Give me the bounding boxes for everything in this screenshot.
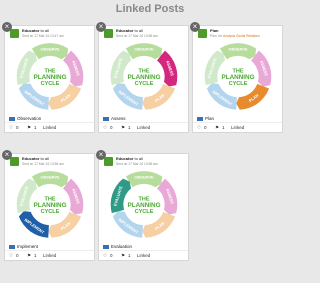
cycle-center-text: CYCLE: [135, 209, 154, 215]
post-type-icon: [103, 116, 109, 121]
avatar: [10, 157, 19, 166]
post-type-label: Assess: [103, 116, 126, 121]
like-count: 0: [110, 125, 113, 130]
post-footer: ♡ 0 ⚑ 1 Linked: [193, 122, 282, 132]
avatar: [10, 29, 19, 38]
post-author: Educator to all: [22, 156, 49, 161]
post-card[interactable]: × Educator to all Sent on 17 Mar 24 13:5…: [96, 22, 189, 133]
post-type-label: Observation: [9, 116, 41, 121]
cycle-center-text: CYCLE: [41, 209, 60, 215]
planning-cycle-diagram: OBSERVEASSESSPLANIMPLEMENTEVALUATE THEPLA…: [110, 171, 178, 238]
planning-cycle-diagram: OBSERVEASSESSPLANIMPLEMENTEVALUATE THEPLA…: [16, 171, 84, 238]
post-type-label: Implement: [9, 244, 38, 249]
planning-cycle-diagram: OBSERVEASSESSPLANIMPLEMENTEVALUATE THEPLA…: [110, 43, 178, 110]
post-author: Educator to all: [22, 28, 49, 33]
planning-cycle-diagram: OBSERVEASSESSPLANIMPLEMENTEVALUATE THEPLA…: [204, 43, 272, 110]
cycle-segment-label: OBSERVE: [228, 47, 248, 52]
page-title: Linked Posts: [115, 3, 185, 15]
cycle-center-text: CYCLE: [229, 81, 248, 87]
tag-icon[interactable]: ⚑: [27, 125, 31, 131]
cycle-center-text: PLANNING: [33, 202, 66, 209]
cycle-center-text: PLANNING: [127, 74, 160, 81]
post-sent-info: Sent on 17 Mar 24 13:56 am: [116, 34, 158, 38]
like-count: 0: [204, 125, 207, 130]
post-card[interactable]: × Educator to all Sent on 17 Mar 24 13:5…: [2, 150, 95, 261]
planning-cycle-image[interactable]: OBSERVE ASSESS PLAN IMPLEMENT EVALUATE THE PLA…: [104, 40, 184, 113]
post-card[interactable]: × Plan Plan, for Analysis Social Relatio…: [190, 22, 283, 133]
tag-icon[interactable]: ⚑: [121, 125, 125, 131]
post-type-icon: [9, 244, 15, 249]
avatar: [104, 157, 113, 166]
post-author: Plan: [210, 28, 219, 33]
tag-icon[interactable]: ⚑: [215, 125, 219, 131]
post-author: Educator to all: [116, 28, 143, 33]
post-sent-info: Sent on 17 Mar 24 13:47 am: [22, 34, 64, 38]
heart-icon[interactable]: ♡: [197, 125, 201, 131]
post-sent-info: Sent on 17 Mar 24 13:56 am: [116, 162, 158, 166]
post-author: Educator to all: [116, 156, 143, 161]
cycle-segment-label: OBSERVE: [40, 175, 60, 180]
planning-cycle-image[interactable]: OBSERVE ASSESS PLAN IMPLEMENT EVALUATE THE PLA…: [10, 168, 90, 241]
cycle-segment-label: OBSERVE: [134, 175, 154, 180]
link-count: 1: [128, 253, 131, 258]
cycle-center-text: CYCLE: [135, 81, 154, 87]
cycle-center-text: PLANNING: [127, 202, 160, 209]
linked-label: Linked: [231, 125, 245, 130]
tag-icon[interactable]: ⚑: [27, 253, 31, 259]
planning-cycle-image[interactable]: OBSERVE ASSESS PLAN IMPLEMENT EVALUATE THE PLA…: [104, 168, 184, 241]
post-card[interactable]: × Educator to all Sent on 17 Mar 24 13:4…: [2, 22, 95, 133]
post-card[interactable]: × Educator to all Sent on 17 Mar 24 13:5…: [96, 150, 189, 261]
avatar: [104, 29, 113, 38]
post-footer: ♡ 0 ⚑ 1 Linked: [5, 122, 94, 132]
post-type-icon: [9, 116, 15, 121]
linked-label: Linked: [137, 253, 151, 258]
link-count: 1: [128, 125, 131, 130]
linked-label: Linked: [43, 125, 57, 130]
heart-icon[interactable]: ♡: [9, 125, 13, 131]
cycle-segment-label: OBSERVE: [40, 47, 60, 52]
cycle-center-text: PLANNING: [221, 74, 254, 81]
post-type-label: Plan: [197, 116, 214, 121]
post-footer: ♡ 0 ⚑ 1 Linked: [99, 122, 188, 132]
post-type-icon: [197, 116, 203, 121]
link-count: 1: [34, 125, 37, 130]
like-count: 0: [16, 125, 19, 130]
heart-icon[interactable]: ♡: [103, 253, 107, 259]
cycle-segment-label: OBSERVE: [134, 47, 154, 52]
heart-icon[interactable]: ♡: [103, 125, 107, 131]
post-sent-info: Sent on 17 Mar 24 13:56 am: [22, 162, 64, 166]
heart-icon[interactable]: ♡: [9, 253, 13, 259]
link-count: 1: [222, 125, 225, 130]
planning-cycle-diagram: OBSERVEASSESSPLANIMPLEMENTEVALUATE THEPLA…: [16, 43, 84, 110]
cycle-center-text: CYCLE: [41, 81, 60, 87]
tag-icon[interactable]: ⚑: [121, 253, 125, 259]
post-footer: ♡ 0 ⚑ 1 Linked: [5, 250, 94, 260]
like-count: 0: [110, 253, 113, 258]
avatar: [198, 29, 207, 38]
post-type-icon: [103, 244, 109, 249]
post-footer: ♡ 0 ⚑ 1 Linked: [99, 250, 188, 260]
planning-cycle-image[interactable]: OBSERVE ASSESS PLAN IMPLEMENT EVALUATE THE PLA…: [198, 40, 278, 113]
post-type-label: Evaluation: [103, 244, 132, 249]
like-count: 0: [16, 253, 19, 258]
post-sent-info: Plan, for Analysis Social Relations: [210, 34, 260, 38]
linked-label: Linked: [137, 125, 151, 130]
cycle-center-text: PLANNING: [33, 74, 66, 81]
link-count: 1: [34, 253, 37, 258]
post-context-link[interactable]: Analysis Social Relations: [223, 34, 260, 38]
planning-cycle-image[interactable]: OBSERVE ASSESS PLAN IMPLEMENT EVALUATE THE PLA…: [10, 40, 90, 113]
linked-label: Linked: [43, 253, 57, 258]
